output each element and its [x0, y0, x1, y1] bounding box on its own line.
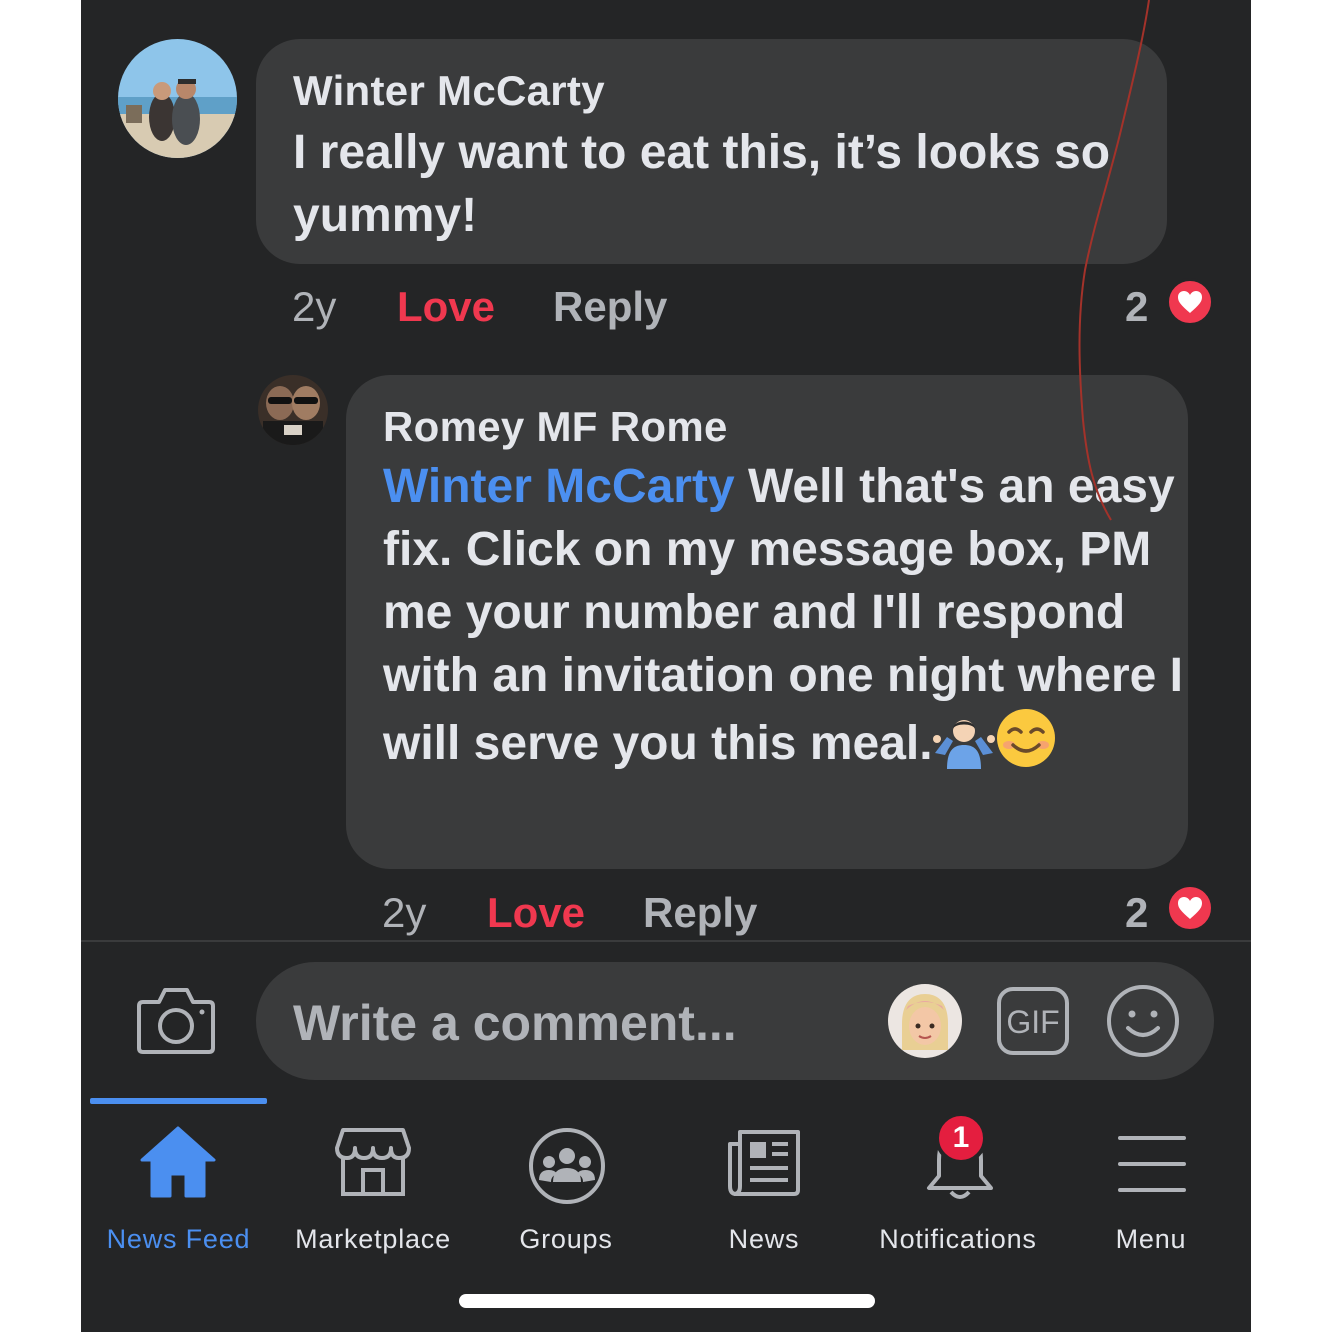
gif-icon[interactable]: GIF [996, 986, 1070, 1056]
smiling-face-emoji-icon [995, 707, 1057, 785]
comment-input-placeholder: Write a comment... [293, 995, 737, 1051]
tab-menu[interactable]: Menu [1101, 1098, 1201, 1268]
comment-input[interactable]: Write a comment... GIF [256, 962, 1214, 1080]
storefront-icon [335, 1126, 411, 1203]
tab-label: Marketplace [295, 1224, 451, 1254]
home-icon [140, 1126, 216, 1203]
hand-drawn-annotation-line [1078, 0, 1150, 521]
reaction-count[interactable]: 2 [1125, 889, 1148, 937]
reply-button[interactable]: Reply [643, 889, 757, 937]
newspaper-icon [726, 1126, 802, 1201]
camera-icon[interactable] [137, 984, 215, 1056]
comment-composer: Write a comment... GIF [81, 940, 1251, 1098]
tab-marketplace[interactable]: Marketplace [279, 1098, 467, 1268]
tab-notifications[interactable]: 1 Notifications [869, 1098, 1047, 1268]
gif-label: GIF [1006, 1004, 1059, 1040]
love-button[interactable]: Love [487, 889, 585, 937]
heart-reaction-icon[interactable] [1166, 884, 1214, 932]
tab-label: News Feed [106, 1224, 251, 1254]
tab-news-feed[interactable]: News Feed [91, 1098, 266, 1268]
tab-label: Menu [1115, 1224, 1187, 1254]
comment-timestamp[interactable]: 2y [382, 889, 426, 937]
comments-screen: Winter McCarty I really want to eat this… [81, 0, 1251, 1332]
tab-label: News [728, 1224, 800, 1254]
groups-icon [527, 1126, 607, 1211]
person-shrugging-emoji-icon [932, 707, 995, 785]
tab-groups[interactable]: Groups [481, 1098, 651, 1268]
emoji-icon[interactable] [1106, 984, 1180, 1058]
home-indicator-bar[interactable] [459, 1294, 875, 1308]
tab-news[interactable]: News [681, 1098, 847, 1268]
tab-label: Groups [519, 1224, 613, 1254]
avatar-icon[interactable] [888, 984, 962, 1058]
tab-label: Notifications [879, 1224, 1037, 1254]
hamburger-menu-icon [1118, 1134, 1186, 1199]
notification-count-badge: 1 [935, 1112, 987, 1164]
